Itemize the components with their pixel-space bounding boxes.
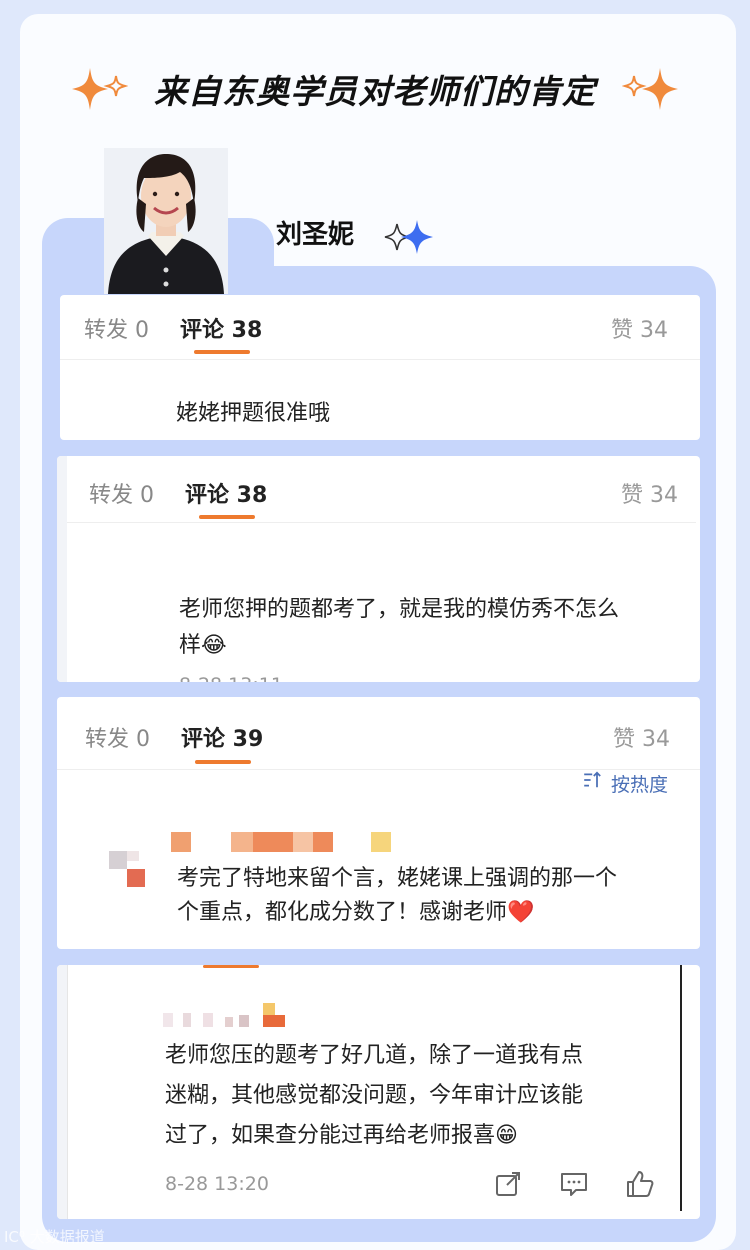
tab-bar: 转发 0 评论 38 赞 34 [67, 456, 696, 520]
comment-card-2: 转发 0 评论 38 赞 34 老师您押的题都考了，就是我的模仿秀不怎么 样😂 … [57, 456, 700, 682]
comment-text-line: 迷糊，其他感觉都没问题，今年审计应该能 [165, 1083, 584, 1108]
red-heart-emoji-icon: ❤️ [507, 900, 535, 925]
tab-forward[interactable]: 转发 0 [85, 721, 150, 753]
sparkle-icon [622, 68, 678, 110]
sparkle-icon [72, 68, 128, 110]
share-icon[interactable] [493, 1169, 523, 1199]
tab-underline [199, 515, 255, 519]
tab-bar: 转发 0 评论 39 赞 34 [57, 697, 700, 770]
header: 来自东奥学员对老师们的肯定 [0, 56, 750, 122]
sort-by-popularity[interactable]: 按热度 [611, 770, 668, 797]
comment-text-line: 老师您押的题都考了，就是我的模仿秀不怎么 [179, 597, 620, 622]
tab-likes[interactable]: 赞 34 [621, 477, 678, 509]
comment-timestamp: 8-28 13:20 [165, 1173, 269, 1195]
divider [67, 522, 696, 523]
sort-icon[interactable] [581, 768, 605, 792]
comment-timestamp: 8-28 13:11 [179, 674, 283, 682]
like-icon[interactable] [625, 1169, 655, 1199]
comment-text-part: 过了，如果查分能过再给老师报喜 [165, 1123, 496, 1148]
page-title: 来自东奥学员对老师们的肯定 [154, 72, 596, 111]
comment-text-part: 个重点，都化成分数了！感谢老师 [177, 900, 508, 925]
sparkle-icon [384, 220, 433, 254]
blurred-username [163, 1003, 285, 1027]
laugh-cry-emoji-icon: 😂 [201, 633, 227, 658]
comment-text-line: 考完了特地来留个言，姥姥课上强调的那一个 [177, 866, 618, 891]
tab-underline [195, 760, 251, 764]
comment-card-1: 转发 0 评论 38 赞 34 姥姥押题很准哦 [60, 295, 700, 440]
teacher-name: 刘圣妮 [276, 220, 355, 250]
grin-emoji-icon: 😁 [495, 1123, 518, 1148]
tab-comments[interactable]: 评论 39 [181, 721, 263, 753]
card-right-edge [680, 965, 682, 1211]
comment-card-4: 老师您压的题考了好几道，除了一道我有点 迷糊，其他感觉都没问题，今年审计应该能 … [57, 965, 700, 1219]
tab-likes[interactable]: 赞 34 [611, 312, 668, 344]
tab-comments[interactable]: 评论 38 [180, 312, 262, 344]
comment-text-line: 过了，如果查分能过再给老师报喜😁 [165, 1117, 518, 1155]
comment-text: 姥姥押题很准哦 [176, 401, 331, 426]
blurred-username [171, 832, 391, 852]
watermark-text: 大数据报道 [29, 1228, 105, 1246]
tab-underline [203, 965, 259, 968]
tab-forward[interactable]: 转发 0 [84, 312, 149, 344]
tab-comments[interactable]: 评论 38 [185, 477, 267, 509]
blurred-avatar [109, 851, 145, 887]
comment-card-3: 转发 0 评论 39 赞 34 按热度 考完了特地来留个言，姥姥课上强调的那一个… [57, 697, 700, 949]
tab-underline [194, 350, 250, 354]
tab-likes[interactable]: 赞 34 [613, 721, 670, 753]
comment-icon[interactable] [559, 1169, 589, 1199]
teacher-avatar [104, 148, 228, 294]
card-left-edge [57, 965, 68, 1219]
tab-bar: 转发 0 评论 38 赞 34 [60, 295, 700, 360]
watermark-logo-icon: IC⁰ [4, 1228, 30, 1246]
watermark: IC⁰ 大数据报道 [4, 1226, 105, 1247]
comment-text-line: 老师您压的题考了好几道，除了一道我有点 [165, 1043, 584, 1068]
card-left-edge [57, 456, 67, 682]
comment-text-line: 样😂 [179, 627, 227, 665]
comment-text-line: 个重点，都化成分数了！感谢老师❤️ [177, 894, 534, 932]
comment-text-part: 样 [179, 633, 202, 658]
tab-forward[interactable]: 转发 0 [89, 477, 154, 509]
